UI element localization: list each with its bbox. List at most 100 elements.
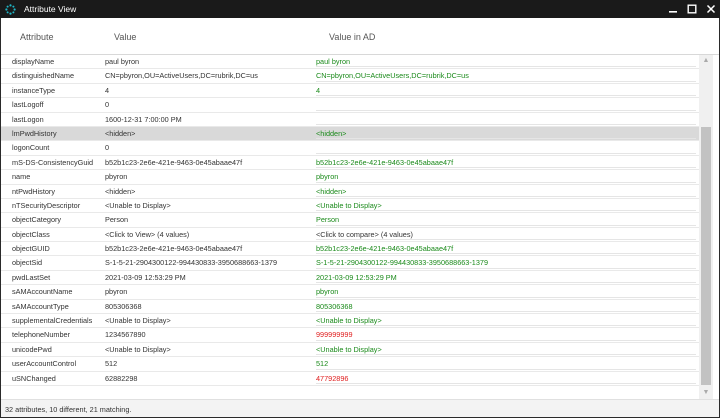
column-header: Attribute Value Value in AD xyxy=(1,18,719,55)
table-row[interactable]: objectSid S-1-5-21-2904300122-994430833-3… xyxy=(1,256,700,271)
attribute-name: objectClass xyxy=(12,229,50,239)
header-value[interactable]: Value xyxy=(114,32,136,42)
header-value-in-ad[interactable]: Value in AD xyxy=(329,32,375,42)
scroll-up-icon[interactable]: ▲ xyxy=(699,55,713,67)
table-row[interactable]: mS-DS-ConsistencyGuid b52b1c23-2e6e-421e-… xyxy=(1,156,700,171)
attribute-name: name xyxy=(12,172,31,182)
table-row[interactable]: instanceType 4 4 xyxy=(1,84,700,99)
attribute-value: <hidden> xyxy=(105,186,136,196)
attribute-value: S-1-5-21-2904300122-994430833-3950688663… xyxy=(105,258,278,268)
attribute-value: 4 xyxy=(105,85,110,95)
attribute-value: b52b1c23-2e6e-421e-9463-0e45abaae47f xyxy=(105,244,243,254)
attribute-name: objectCategory xyxy=(12,215,62,225)
ad-value: <hidden> xyxy=(316,128,347,138)
ad-value-underline xyxy=(316,181,696,183)
ad-value-underline xyxy=(316,109,696,111)
table-row[interactable]: sAMAccountType 805306368 805306368 xyxy=(1,300,700,315)
attribute-name: ntPwdHistory xyxy=(12,186,55,196)
status-bar: 32 attributes, 10 different, 21 matching… xyxy=(1,399,719,417)
app-logo-icon xyxy=(5,3,16,15)
attribute-value: 805306368 xyxy=(105,301,142,311)
table-row[interactable]: lastLogon 1600-12-31 7:00:00 PM xyxy=(1,113,700,127)
table-row[interactable]: lastLogoff 0 xyxy=(1,98,700,113)
table-row[interactable]: name pbyron pbyron xyxy=(1,170,700,185)
table-row[interactable]: sAMAccountName pbyron pbyron xyxy=(1,285,700,300)
ad-value-underline xyxy=(316,282,696,284)
ad-value-underline xyxy=(316,66,696,68)
table-row[interactable]: distinguishedName CN=pbyron,OU=ActiveUser… xyxy=(1,69,700,84)
table-row[interactable]: telephoneNumber 1234567890 999999999 xyxy=(1,328,700,343)
ad-value: pbyron xyxy=(316,287,339,297)
table-row[interactable]: objectGUID b52b1c23-2e6e-421e-9463-0e45ab… xyxy=(1,242,700,257)
maximize-icon[interactable] xyxy=(682,0,701,18)
table-row[interactable]: supplementalCredentials <Unable to Displa… xyxy=(1,314,700,329)
attribute-value: 1600-12-31 7:00:00 PM xyxy=(105,114,182,124)
ad-value-underline xyxy=(316,354,696,356)
ad-value-underline xyxy=(316,152,696,154)
ad-value: 512 xyxy=(316,359,329,369)
window-controls xyxy=(663,0,720,18)
table-row[interactable]: ntPwdHistory <hidden> <hidden> xyxy=(1,185,700,199)
attribute-name: mS-DS-ConsistencyGuid xyxy=(12,157,94,167)
attribute-value: pbyron xyxy=(105,172,128,182)
attribute-name: userAccountControl xyxy=(12,359,77,369)
ad-value-underline xyxy=(316,239,696,241)
attribute-name: unicodePwd xyxy=(12,344,52,354)
ad-value: paul byron xyxy=(316,57,351,66)
ad-value: b52b1c23-2e6e-421e-9463-0e45abaae47f xyxy=(316,157,454,167)
scrollbar-thumb[interactable] xyxy=(701,127,711,385)
table-row[interactable]: lmPwdHistory <hidden> <hidden> xyxy=(1,126,700,142)
attribute-value: <hidden> xyxy=(105,128,136,138)
ad-value-underline xyxy=(316,167,696,169)
ad-value-underline xyxy=(316,80,696,82)
attribute-name: distinguishedName xyxy=(12,71,75,81)
table-row[interactable]: nTSecurityDescriptor <Unable to Display> <… xyxy=(1,199,700,214)
attribute-value: <Unable to Display> xyxy=(105,316,171,326)
attribute-value: 0 xyxy=(105,100,110,110)
ad-value-underline xyxy=(316,325,696,327)
ad-value: <Unable to Display> xyxy=(316,316,382,326)
scroll-down-icon[interactable]: ▼ xyxy=(699,387,713,399)
attribute-name: objectSid xyxy=(12,258,43,268)
attribute-value: CN=pbyron,OU=ActiveUsers,DC=rubrik,DC=us xyxy=(105,71,258,81)
ad-value: 999999999 xyxy=(316,330,353,340)
attribute-name: instanceType xyxy=(12,85,55,95)
table-row[interactable]: uSNChanged 62882298 47792896 xyxy=(1,372,700,386)
attribute-name: objectGUID xyxy=(12,244,50,254)
header-attribute[interactable]: Attribute xyxy=(20,32,54,42)
ad-value: <Unable to Display> xyxy=(316,344,382,354)
table-row[interactable]: objectCategory Person Person xyxy=(1,213,700,228)
minimize-icon[interactable] xyxy=(663,0,682,18)
ad-value-underline xyxy=(316,368,696,370)
attribute-value: 512 xyxy=(105,359,118,369)
attribute-name: lastLogon xyxy=(12,114,44,124)
table-row[interactable]: pwdLastSet 2021-03-09 12:53:29 PM 2021-03-… xyxy=(1,271,700,286)
attribute-value: <Click to View> (4 values) xyxy=(105,229,190,239)
attribute-value: 0 xyxy=(105,143,110,153)
attribute-value: Person xyxy=(105,215,129,225)
title-bar: Attribute View xyxy=(0,0,720,18)
ad-value-underline xyxy=(316,267,696,269)
table-row[interactable]: userAccountControl 512 512 xyxy=(1,357,700,372)
attribute-name: pwdLastSet xyxy=(12,272,51,282)
table-row[interactable]: displayName paul byron paul byron xyxy=(1,55,700,70)
attribute-value: 1234567890 xyxy=(105,330,146,340)
ad-value: 47792896 xyxy=(316,373,349,383)
vertical-scrollbar[interactable]: ▲ ▼ xyxy=(699,55,713,399)
ad-value: S-1-5-21-2904300122-994430833-3950688663… xyxy=(316,258,489,268)
ad-value: b52b1c23-2e6e-421e-9463-0e45abaae47f xyxy=(316,244,454,254)
attribute-name: supplementalCredentials xyxy=(12,316,93,326)
ad-value-underline xyxy=(316,296,696,298)
ad-value-underline xyxy=(316,253,696,255)
table-row[interactable]: logonCount 0 xyxy=(1,141,700,156)
ad-value: <Click to compare> (4 values) xyxy=(316,229,413,239)
ad-value-underline xyxy=(316,339,696,341)
ad-value: 4 xyxy=(316,85,321,95)
table-row[interactable]: objectClass <Click to View> (4 values) <Cl… xyxy=(1,228,700,243)
ad-value-underline xyxy=(316,311,696,313)
ad-value-underline xyxy=(316,195,696,197)
close-icon[interactable] xyxy=(701,0,720,18)
table-row[interactable]: unicodePwd <Unable to Display> <Unable to … xyxy=(1,343,700,358)
ad-value: 805306368 xyxy=(316,301,353,311)
ad-value-underline xyxy=(316,138,696,140)
